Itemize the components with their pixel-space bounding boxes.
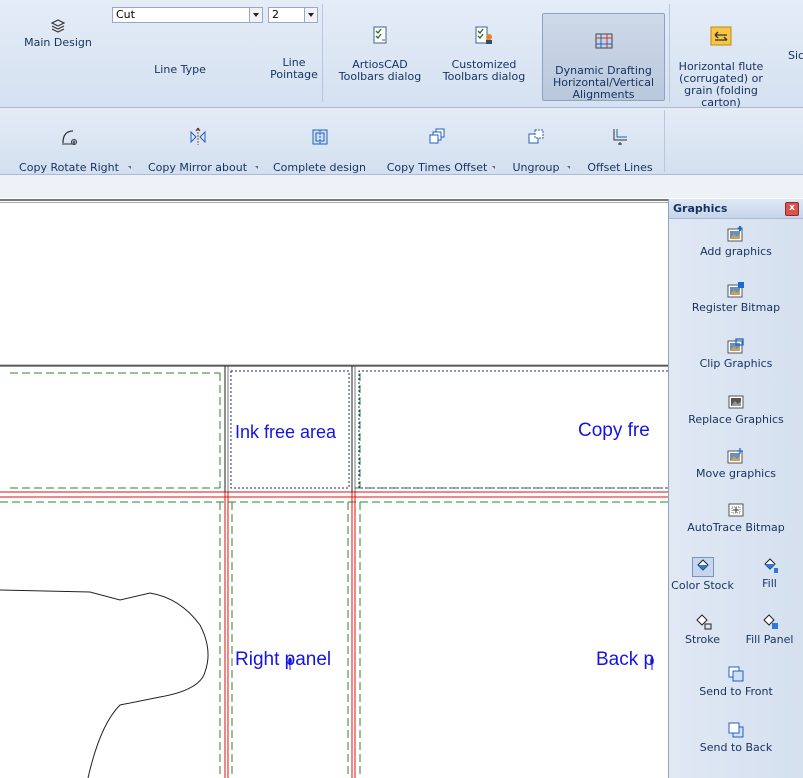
send-to-back-button[interactable]: Send to Back [669, 721, 803, 754]
line-pointage-select[interactable]: 2 [268, 7, 318, 23]
back-panel-text: Back p [596, 649, 655, 670]
color-stock-button[interactable]: Color Stock [669, 557, 736, 592]
fill-panel-label: Fill Panel [745, 633, 794, 646]
status-strip [0, 175, 803, 198]
mirror-icon [190, 127, 205, 145]
horizontal-flute-button[interactable]: Horizontal flute (corrugated) or grain (… [675, 14, 767, 109]
horizontal-flute-label: Horizontal flute (corrugated) or grain (… [678, 60, 764, 109]
ungroup-icon [528, 129, 544, 144]
artioscad-toolbars-button[interactable]: ArtiosCAD Toolbars dialog [330, 14, 430, 83]
register-bitmap-button[interactable]: Register Bitmap [669, 281, 803, 314]
customized-toolbars-icon [475, 26, 492, 44]
dynamic-drafting-button[interactable]: Dynamic Drafting Horizontal/Vertical Ali… [542, 13, 665, 101]
next-ribbon-button[interactable]: Sic [788, 50, 803, 62]
fill-panel-button[interactable]: Fill Panel [736, 613, 803, 646]
line-pointage-value: 2 [272, 8, 279, 21]
line-pointage-label: Line Pointage [270, 56, 318, 81]
autotrace-bitmap-button[interactable]: AutoTrace Bitmap [669, 501, 803, 534]
replace-graphics-button[interactable]: Replace Graphics [669, 393, 803, 426]
fill-bucket-icon [763, 558, 778, 573]
ribbon-upper: Main Design Cut Line Type 2 Line Pointag… [0, 0, 803, 109]
rotate-icon [62, 130, 77, 145]
dropdown-caret-icon[interactable] [567, 166, 570, 169]
add-graphics-button[interactable]: Add graphics [669, 225, 803, 258]
fill-button[interactable]: Fill [736, 557, 803, 590]
replace-graphics-label: Replace Graphics [688, 413, 784, 426]
line-type-select[interactable]: Cut [112, 7, 263, 23]
right-panel-text: Right panel [235, 649, 332, 670]
clip-graphics-label: Clip Graphics [699, 357, 773, 370]
customized-toolbars-label: Customized Toolbars dialog [442, 58, 526, 83]
graphics-toolbar-panel: Graphics x Add graphics Register Bitmap … [668, 199, 803, 778]
offset-lines-icon [613, 129, 627, 145]
alignment-icon [595, 33, 612, 49]
dynamic-drafting-label: Dynamic Drafting Horizontal/Vertical Ali… [552, 64, 655, 101]
clip-graphics-button[interactable]: Clip Graphics [669, 337, 803, 370]
chevron-down-icon[interactable] [249, 8, 262, 22]
line-type-label: Line Type [154, 63, 206, 76]
ungroup-button[interactable]: Ungroup [500, 115, 572, 174]
copy-times-offset-label: Copy Times Offset [386, 161, 488, 174]
offset-lines-label: Offset Lines [587, 161, 653, 174]
move-graphics-icon [727, 448, 743, 464]
fill-panel-icon [762, 614, 778, 629]
paint-bucket-icon [691, 557, 714, 577]
cutout-curve[interactable] [0, 589, 209, 778]
fill-label: Fill [762, 577, 777, 590]
autotrace-bitmap-label: AutoTrace Bitmap [687, 521, 785, 534]
color-stock-label: Color Stock [671, 579, 734, 592]
dropdown-caret-icon[interactable] [128, 166, 131, 169]
copy-free-text: Copy fre [578, 420, 650, 441]
cad-drawing[interactable] [0, 203, 668, 778]
offset-lines-button[interactable]: Offset Lines [577, 115, 663, 174]
close-icon[interactable]: x [785, 202, 799, 216]
separator [664, 110, 665, 172]
ink-free-area-text: Ink free area [235, 422, 337, 442]
customized-toolbars-button[interactable]: Customized Toolbars dialog [434, 14, 534, 83]
stroke-bucket-icon [695, 614, 711, 630]
next-ribbon-label: Sic [788, 49, 803, 62]
copy-times-offset-button[interactable]: Copy Times Offset [383, 115, 491, 174]
autotrace-icon [728, 503, 744, 517]
checklist-icon [373, 26, 387, 44]
separator [322, 4, 323, 102]
dropdown-caret-icon[interactable] [492, 166, 495, 169]
stroke-label: Stroke [684, 633, 721, 646]
line-type-value: Cut [116, 8, 135, 21]
main-design-button[interactable]: Main Design [18, 18, 98, 49]
replace-graphics-icon [728, 395, 744, 409]
send-to-back-icon [728, 722, 744, 738]
main-design-icon [50, 19, 66, 33]
register-bitmap-icon [727, 282, 744, 298]
move-graphics-button[interactable]: Move graphics [669, 447, 803, 480]
send-to-front-icon [728, 666, 744, 682]
main-design-label: Main Design [24, 36, 92, 49]
dropdown-caret-icon[interactable] [255, 166, 258, 169]
add-graphics-label: Add graphics [700, 245, 772, 258]
design-canvas[interactable]: Ink free area Copy fre Right panel Back … [0, 203, 668, 778]
graphics-panel-title[interactable]: Graphics x [669, 199, 803, 219]
add-graphics-icon [727, 226, 743, 242]
register-bitmap-label: Register Bitmap [691, 301, 781, 314]
artioscad-toolbars-label: ArtiosCAD Toolbars dialog [338, 58, 422, 83]
chevron-down-icon[interactable] [304, 8, 317, 22]
clip-graphics-icon [727, 338, 744, 354]
move-graphics-label: Move graphics [695, 467, 777, 480]
send-to-front-label: Send to Front [699, 685, 773, 698]
send-to-back-label: Send to Back [699, 741, 773, 754]
stroke-button[interactable]: Stroke [669, 613, 736, 646]
flute-direction-icon [710, 26, 732, 46]
copy-offset-icon [429, 128, 445, 144]
ungroup-label: Ungroup [512, 161, 560, 174]
separator [669, 4, 670, 102]
send-to-front-button[interactable]: Send to Front [669, 665, 803, 698]
complete-design-icon [312, 129, 327, 145]
graphics-title-label: Graphics [673, 202, 728, 215]
ribbon-lower: Copy Rotate Right 90 Copy Mirror about V… [0, 108, 803, 186]
